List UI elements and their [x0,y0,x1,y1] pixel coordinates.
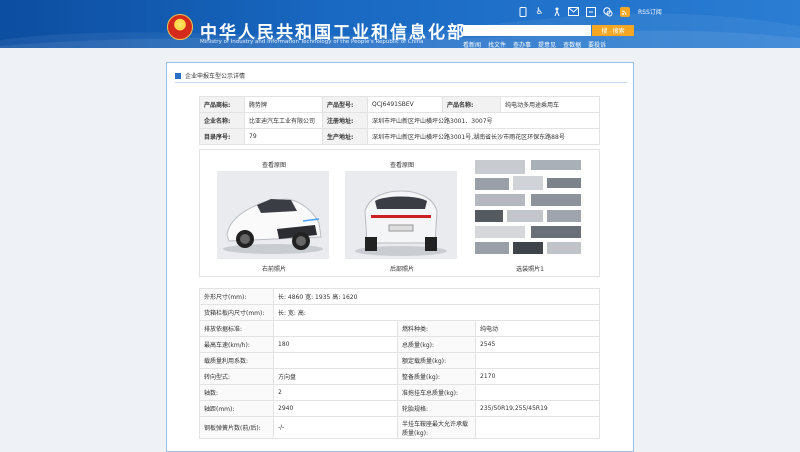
load-util-label: 载质量利用系数: [199,352,274,369]
dims-value: 长: 4860 宽: 1935 高: 1620 [273,288,600,305]
rear-photo-caption: 后部照片 [389,266,414,273]
header-nav: 看新闻 找文件 查办事 提意见 查数据 要投诉 [463,40,606,48]
mobile-icon[interactable] [517,6,528,17]
optional-parts-photo[interactable] [473,158,585,258]
cargo-value: 长: 宽: 高: [273,304,600,321]
elderly-mode-icon[interactable] [551,6,562,17]
brand-label: 产品商标: [199,96,245,113]
site-subtitle: Ministry of Industry and Information Tec… [200,39,424,45]
nav-documents[interactable]: 找文件 [488,40,506,48]
table-row: 排放依据标准: 燃料种类: 纯电动 [199,320,600,337]
view-original-link[interactable]: 查看原图 [342,160,462,169]
total-mass-value: 2545 [475,336,600,353]
curb-mass-value: 2170 [475,368,600,385]
wheelbase-label: 轴距(mm): [199,400,274,417]
prod-address-value: 深圳市坪山新区坪山横坪公路3001号,湖南省长沙市雨花区环保东路88号 [367,128,600,145]
detail-panel: 企业申报车型公示详情 产品商标: 腾势牌 产品型号: QCJ6491SBEV 产… [166,62,634,452]
front-photo-card: 查看原图 右前照片 [214,150,334,278]
catalog-label: 目录序号: [199,128,245,145]
table-row: 最高车速(km/h): 180 总质量(kg): 2545 [199,336,600,353]
axles-value: 2 [273,384,398,401]
spring-label: 钢板弹簧片数(前/后): [199,416,274,439]
tire-label: 轮胎规格: [397,400,476,417]
emission-label: 排放依据标准: [199,320,274,337]
reg-address-value: 深圳市坪山新区坪山横坪公路3001、3007号 [367,112,600,129]
nav-complaints[interactable]: 要投诉 [588,40,606,48]
nav-data[interactable]: 查数据 [563,40,581,48]
dims-label: 外形尺寸(mm): [199,288,274,305]
table-row: 转向型式: 方向盘 整备质量(kg): 2170 [199,368,600,385]
fuel-label: 燃料种类: [397,320,476,337]
photo-gallery: 查看原图 右前照片 查看原图 后部照片 选装照片1 [199,149,600,277]
panel-header: 企业申报车型公示详情 [175,71,245,80]
top-icon-bar: ♿ RSS订阅 [517,6,662,17]
reg-address-label: 注册地址: [322,112,368,129]
semi-trailer-label: 准拖挂车总质量(kg): [397,384,476,401]
table-row: 货箱栏板内尺寸(mm): 长: 宽: 高: [199,304,600,321]
front-car-photo[interactable] [217,171,329,259]
rss-icon[interactable] [619,6,630,17]
optional-photo-card: 查看原图 选装照片1 [470,150,590,278]
model-label: 产品型号: [322,96,368,113]
panel-divider [175,82,627,83]
national-emblem-icon: ★ [167,14,193,40]
name-label: 产品名称: [442,96,501,113]
nav-suggestions[interactable]: 提意见 [538,40,556,48]
wheelbase-value: 2940 [273,400,398,417]
nav-services[interactable]: 查办事 [513,40,531,48]
fuel-value: 纯电动 [475,320,600,337]
weibo-icon[interactable] [585,6,596,17]
rear-photo-card: 查看原图 后部照片 [342,150,462,278]
model-value: QCJ6491SBEV [367,96,443,113]
front-photo-caption: 右前照片 [261,266,286,273]
emission-value [273,320,398,337]
rated-load-label: 额定载质量(kg): [397,352,476,369]
cargo-label: 货箱栏板内尺寸(mm): [199,304,274,321]
table-row: 轴距(mm): 2940 轮胎规格: 235/50R19,255/45R19 [199,400,600,417]
search-input[interactable] [463,25,591,36]
wechat-icon[interactable] [602,6,613,17]
speed-label: 最高车速(km/h): [199,336,274,353]
spec-table: 外形尺寸(mm): 长: 4860 宽: 1935 高: 1620 货箱栏板内尺… [199,288,600,439]
catalog-value: 79 [244,128,323,145]
name-value: 纯电动多用途乘用车 [500,96,600,113]
rated-load-value [475,352,600,369]
axles-label: 轴数: [199,384,274,401]
company-label: 企业名称: [199,112,245,129]
company-value: 比亚迪汽车工业有限公司 [244,112,323,129]
total-mass-label: 总质量(kg): [397,336,476,353]
panel-bullet-icon [175,72,181,79]
product-info-table: 产品商标: 腾势牌 产品型号: QCJ6491SBEV 产品名称: 纯电动多用途… [199,96,600,145]
prod-address-label: 生产地址: [322,128,368,145]
steering-value: 方向盘 [273,368,398,385]
table-row: 外形尺寸(mm): 长: 4860 宽: 1935 高: 1620 [199,288,600,305]
table-row: 企业名称: 比亚迪汽车工业有限公司 注册地址: 深圳市坪山新区坪山横坪公路300… [199,112,600,129]
rear-car-photo[interactable] [345,171,457,259]
site-header: ★ 中华人民共和国工业和信息化部 Ministry of Industry an… [0,0,800,48]
view-original-link[interactable]: 查看原图 [214,160,334,169]
speed-value: 180 [273,336,398,353]
spring-value: -/- [273,416,398,439]
table-row: 产品商标: 腾势牌 产品型号: QCJ6491SBEV 产品名称: 纯电动多用途… [199,96,600,113]
optional-photo-caption: 选装照片1 [516,266,544,273]
search-button[interactable]: 搜 · 搜索 [592,25,634,36]
accessibility-icon[interactable]: ♿ [534,6,545,17]
steering-label: 转向型式: [199,368,274,385]
table-row: 载质量利用系数: 额定载质量(kg): [199,352,600,369]
nav-news[interactable]: 看新闻 [463,40,481,48]
semi-trailer-value [475,384,600,401]
mail-icon[interactable] [568,6,579,17]
table-row: 目录序号: 79 生产地址: 深圳市坪山新区坪山横坪公路3001号,湖南省长沙市… [199,128,600,145]
table-row: 轴数: 2 准拖挂车总质量(kg): [199,384,600,401]
rss-label[interactable]: RSS订阅 [638,7,662,16]
saddle-label: 半挂车鞍座最大允许承载质量(kg): [397,416,476,439]
panel-title: 企业申报车型公示详情 [185,73,246,80]
load-util-value [273,352,398,369]
curb-mass-label: 整备质量(kg): [397,368,476,385]
tire-value: 235/50R19,255/45R19 [475,400,600,417]
table-row: 钢板弹簧片数(前/后): -/- 半挂车鞍座最大允许承载质量(kg): [199,416,600,439]
saddle-value [475,416,600,439]
brand-value: 腾势牌 [244,96,323,113]
